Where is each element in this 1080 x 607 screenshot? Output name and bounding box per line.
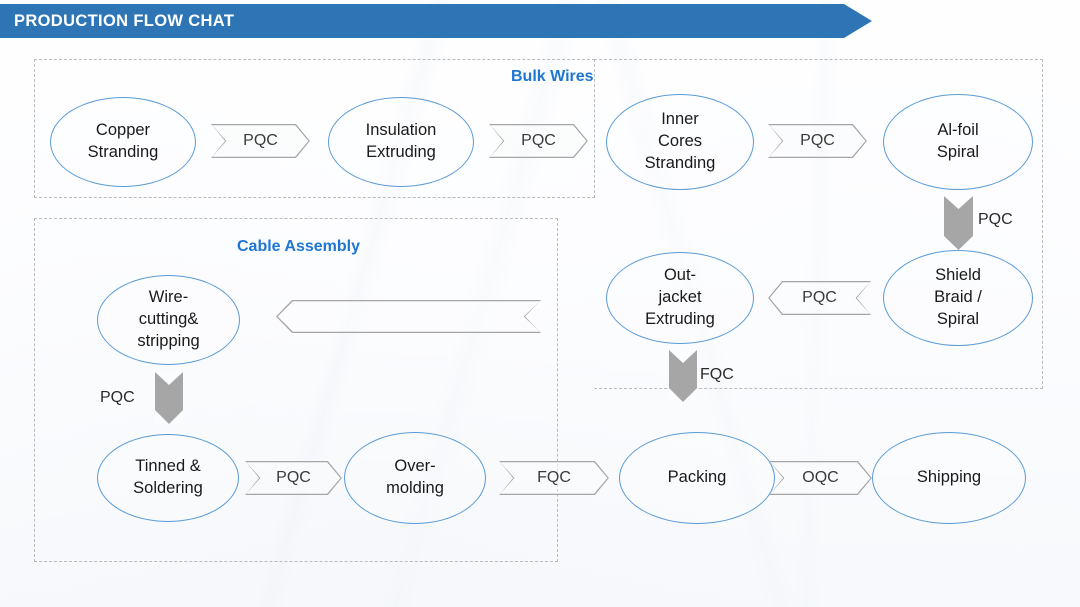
connector-label: FQC: [537, 469, 571, 486]
connector-wire-cutting-to-tinned-label: PQC: [100, 389, 135, 406]
connector-label: PQC: [802, 289, 837, 306]
group-title-cable-assembly: Cable Assembly: [237, 238, 361, 255]
connector-over-molding-to-packing[interactable]: FQC: [499, 461, 609, 495]
node-shield-braid-spiral[interactable]: Shield Braid / Spiral: [883, 250, 1033, 346]
node-copper-stranding[interactable]: Copper Stranding: [50, 97, 196, 187]
connector-wire-cutting-to-tinned[interactable]: [155, 372, 183, 424]
connector-copper-to-insulation[interactable]: PQC: [211, 124, 310, 158]
node-shipping[interactable]: Shipping: [872, 432, 1026, 524]
connector-feedback-loop[interactable]: [276, 300, 541, 333]
connector-packing-to-shipping[interactable]: OQC: [769, 461, 872, 495]
node-packing[interactable]: Packing: [619, 432, 775, 524]
connector-shield-to-out-jacket[interactable]: PQC: [768, 281, 871, 315]
connector-label: PQC: [243, 132, 278, 149]
node-wire-cutting-stripping[interactable]: Wire- cutting& stripping: [97, 275, 240, 365]
node-over-molding[interactable]: Over- molding: [344, 432, 486, 524]
connector-label: PQC: [276, 469, 311, 486]
connector-label: OQC: [802, 469, 839, 486]
connector-label: PQC: [800, 132, 835, 149]
node-inner-cores-stranding[interactable]: Inner Cores Stranding: [606, 94, 754, 190]
connector-al-foil-to-shield-label: PQC: [978, 211, 1013, 228]
connector-out-jacket-down[interactable]: [669, 350, 697, 402]
connector-tinned-to-over-molding[interactable]: PQC: [245, 461, 342, 495]
connector-inner-cores-to-al-foil[interactable]: PQC: [768, 124, 867, 158]
connector-label: PQC: [521, 132, 556, 149]
title-banner: PRODUCTION FLOW CHAT: [0, 4, 872, 38]
group-box-bulk-wires-seam: [594, 59, 595, 198]
group-title-bulk-wires: Bulk Wires: [511, 68, 594, 85]
node-out-jacket-extruding[interactable]: Out- jacket Extruding: [606, 252, 754, 344]
connector-insulation-to-inner-cores[interactable]: PQC: [489, 124, 588, 158]
page-title: PRODUCTION FLOW CHAT: [14, 11, 235, 30]
node-tinned-soldering[interactable]: Tinned & Soldering: [97, 434, 239, 522]
node-insulation-extruding[interactable]: Insulation Extruding: [328, 97, 474, 187]
node-al-foil-spiral[interactable]: Al-foil Spiral: [883, 94, 1033, 190]
connector-al-foil-to-shield[interactable]: [944, 196, 973, 250]
connector-out-jacket-down-label: FQC: [700, 366, 734, 383]
flow-chart-page: PRODUCTION FLOW CHAT Bulk Wires Cable As…: [0, 0, 1080, 607]
